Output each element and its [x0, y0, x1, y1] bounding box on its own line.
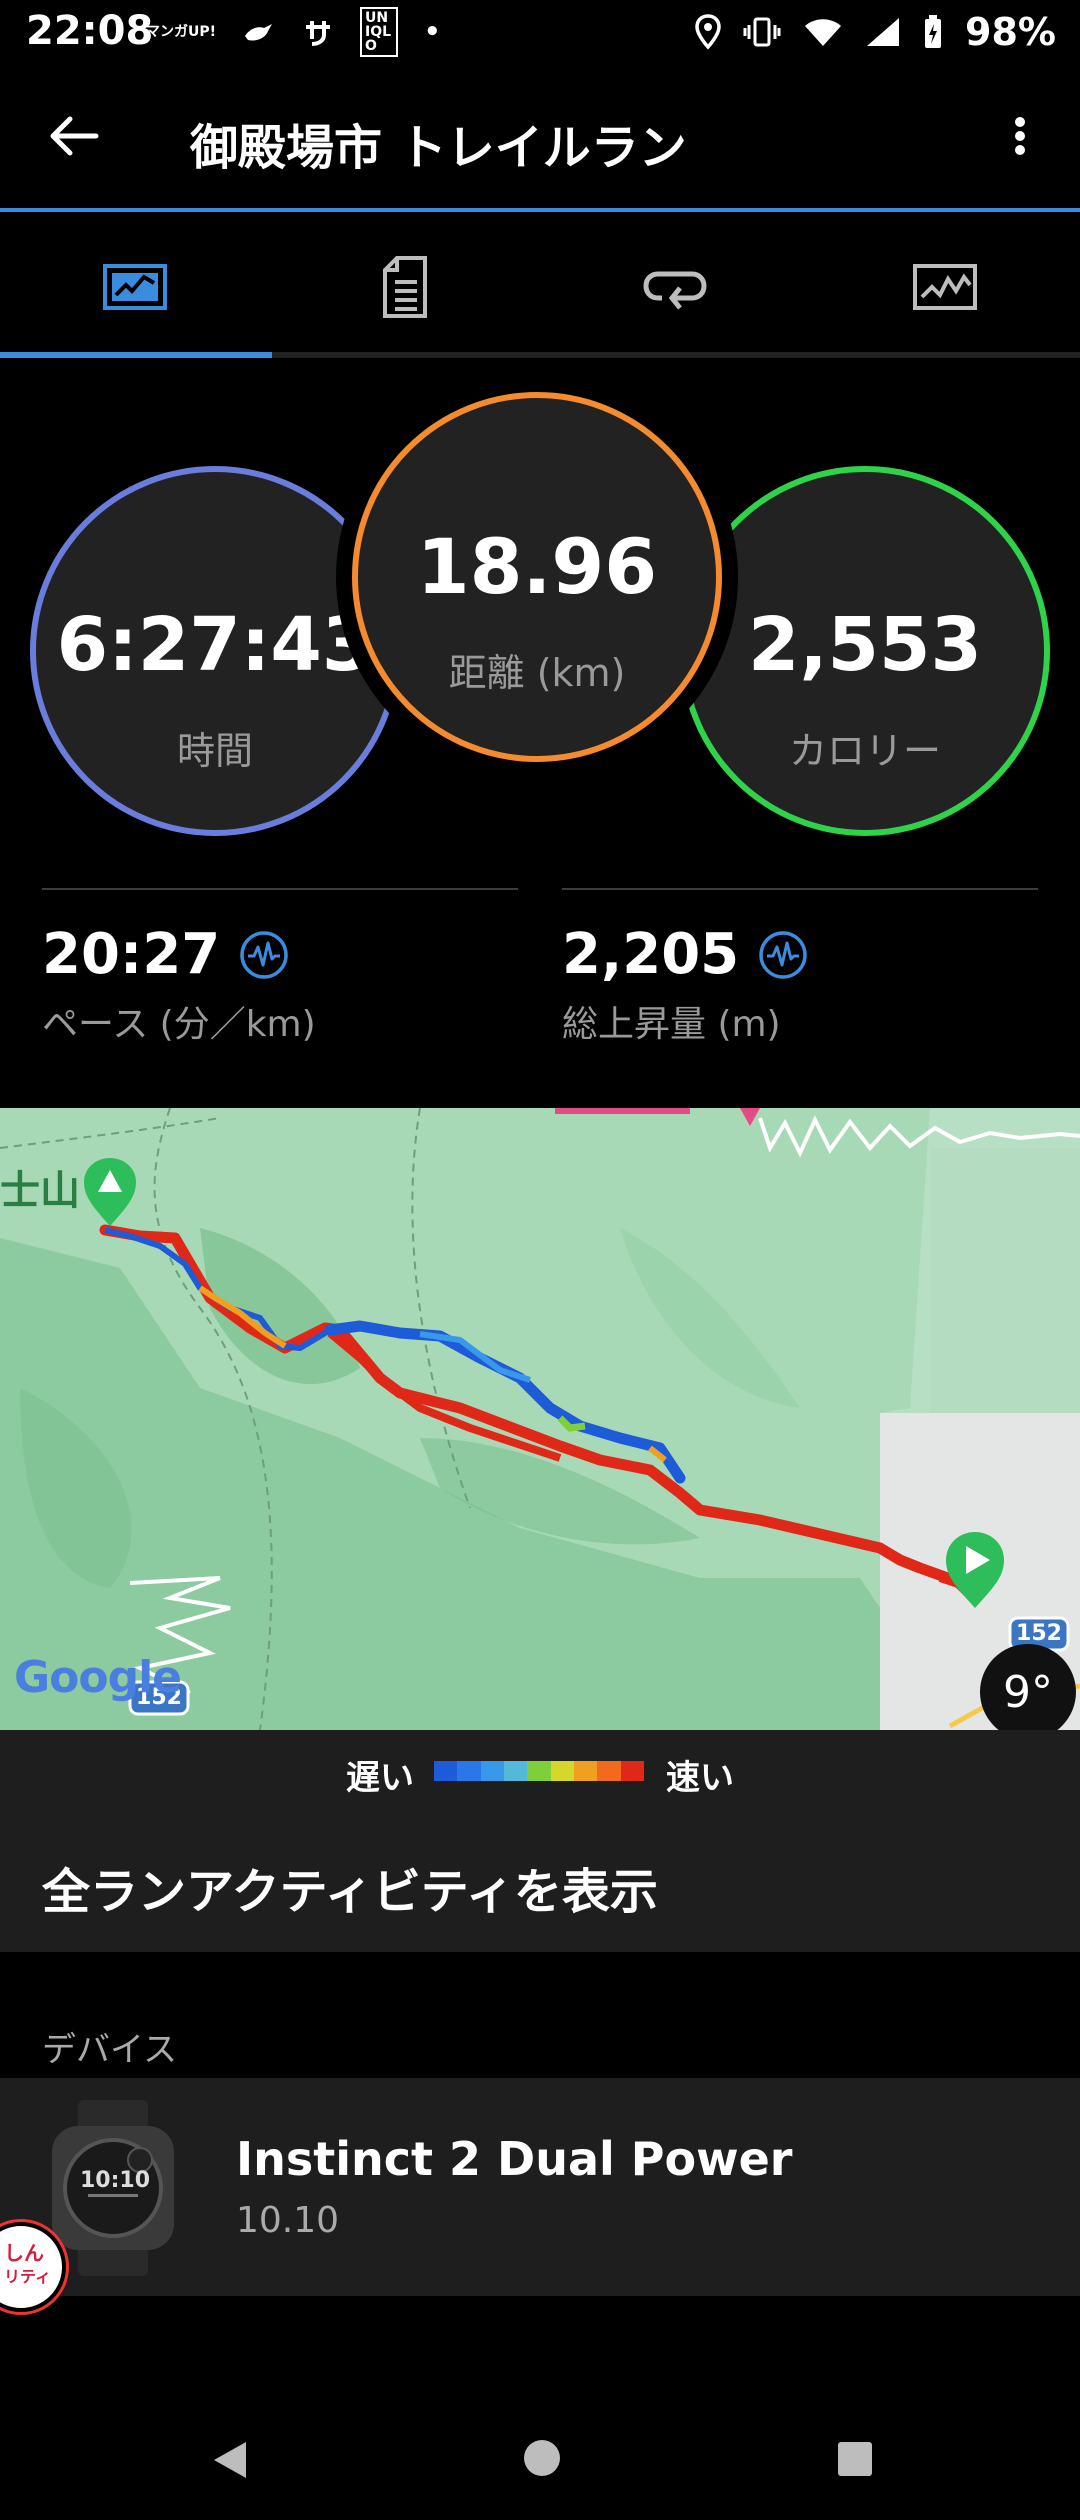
legend-swatch-4: [527, 1761, 551, 1781]
legend-swatch-8: [620, 1761, 644, 1781]
status-bar: 22:08 マンガUP! UNIQLO • 98%: [0, 0, 1080, 64]
battery-percent: 98%: [965, 10, 1056, 54]
ascent-value: 2,205: [562, 922, 740, 987]
manga-up-icon: マンガUP!: [146, 24, 217, 40]
map-canvas: [0, 1108, 1080, 1730]
pace-stat[interactable]: 20:27 ペース (分／km): [42, 922, 316, 1047]
back-arrow-icon[interactable]: [42, 104, 106, 168]
vibrate-icon: [743, 17, 781, 47]
all-run-activities-button[interactable]: 全ランアクティビティを表示: [0, 1812, 1080, 1952]
more-vert-icon[interactable]: [1000, 104, 1040, 168]
distance-label: 距離 (km): [448, 651, 626, 695]
legend-swatch-2: [480, 1761, 504, 1781]
status-time: 22:08: [26, 8, 154, 54]
all-run-activities-label: 全ランアクティビティを表示: [42, 1864, 658, 1920]
tab-bar: [0, 212, 1080, 362]
more-notifications-dot: •: [424, 17, 441, 47]
tab-indicator-track: [0, 352, 1080, 358]
watch-face-time: 10:10: [80, 2168, 151, 2193]
time-stat[interactable]: 6:27:43 時間: [30, 466, 400, 836]
device-name: Instinct 2 Dual Power: [236, 2132, 793, 2186]
activity-pulse-icon: [759, 930, 807, 979]
ascent-stat[interactable]: 2,205 総上昇量 (m): [562, 922, 809, 1047]
uniqlo-icon: UNIQLO: [360, 7, 399, 57]
devices-header: デバイス: [42, 2030, 177, 2070]
legend-swatch-7: [597, 1761, 621, 1781]
page-title: 御殿場市 トレイルラン: [190, 120, 687, 176]
time-label: 時間: [176, 729, 253, 773]
nav-recents-icon[interactable]: [836, 2440, 874, 2478]
pace-label: ペース (分／km): [42, 1004, 316, 1045]
distance-value: 18.96: [416, 522, 658, 611]
document-list-icon: [383, 256, 427, 318]
distance-stat[interactable]: 18.96 距離 (km): [352, 392, 722, 762]
device-item[interactable]: 10:10 Instinct 2 Dual Power 10.10: [0, 2078, 1080, 2296]
badge-line-2: リティ: [4, 2267, 52, 2286]
divider-left: [42, 888, 518, 890]
notification-icons: マンガUP! UNIQLO •: [146, 7, 441, 57]
device-version: 10.10: [236, 2200, 340, 2241]
nav-back-icon[interactable]: [208, 2438, 252, 2482]
badge-line-1: しん: [4, 2241, 44, 2265]
time-value: 6:27:43: [56, 602, 374, 688]
ascent-label: 総上昇量 (m): [562, 1004, 781, 1045]
divider-right: [562, 888, 1038, 890]
pace-legend: 遅い 速い: [0, 1730, 1080, 1812]
tab-laps[interactable]: [540, 212, 810, 362]
activity-pulse-icon: [240, 930, 289, 979]
nav-home-icon[interactable]: [522, 2438, 562, 2478]
legend-slow-label: 遅い: [346, 1758, 414, 1798]
legend-fast-label: 速い: [666, 1758, 734, 1798]
signal-icon: [867, 18, 900, 46]
tab-indicator: [0, 352, 272, 358]
calories-stat[interactable]: 2,553 カロリー: [680, 466, 1050, 836]
map-chart-icon: [103, 264, 167, 310]
app-bar: 御殿場市 トレイルラン: [0, 64, 1080, 210]
line-chart-icon: [913, 264, 977, 310]
calories-value: 2,553: [747, 602, 983, 688]
route-map[interactable]: 士山 152 152 Google 9°: [0, 1108, 1080, 1730]
google-logo: Google: [14, 1652, 182, 1703]
tab-charts[interactable]: [810, 212, 1080, 362]
wifi-icon: [805, 19, 842, 46]
pace-value: 20:27: [42, 922, 221, 987]
system-icons: 98%: [695, 8, 1056, 56]
loop-icon: [643, 271, 707, 310]
location-icon: [695, 14, 721, 50]
calories-label: カロリー: [788, 729, 941, 773]
sa-icon: [306, 21, 331, 46]
legend-swatch-3: [503, 1761, 528, 1781]
system-nav-bar: [0, 2394, 1080, 2520]
legend-swatch-1: [457, 1761, 481, 1781]
tab-details[interactable]: [270, 212, 540, 362]
legend-swatch-5: [550, 1761, 574, 1781]
temperature-badge: 9°: [980, 1644, 1076, 1730]
peak-label: 士山: [0, 1168, 80, 1214]
legend-swatch-6: [573, 1761, 598, 1781]
battery-icon: [925, 15, 942, 48]
legend-swatch-0: [434, 1761, 458, 1781]
legend-color-bar: [434, 1761, 644, 1781]
tab-overview[interactable]: [0, 212, 270, 362]
start-pin[interactable]: [84, 1158, 136, 1226]
bird-icon: [245, 24, 273, 41]
